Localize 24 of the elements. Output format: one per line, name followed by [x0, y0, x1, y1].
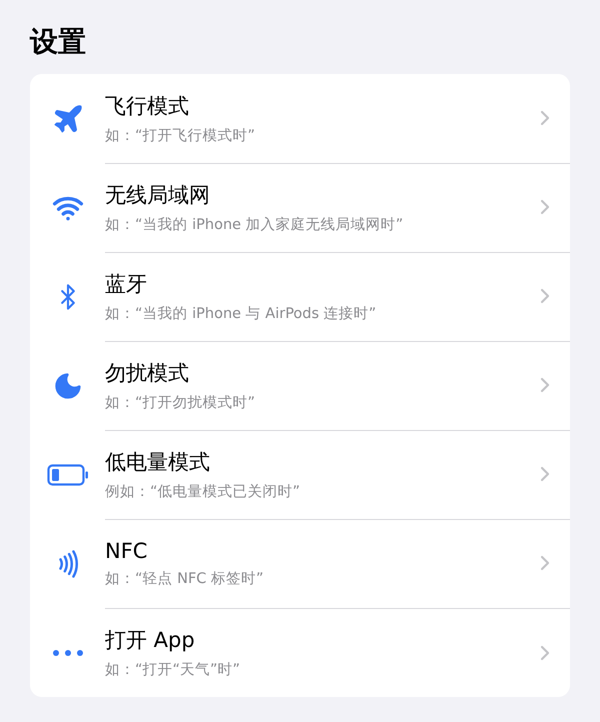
- row-subtitle: 例如：“低电量模式已关闭时”: [105, 482, 302, 500]
- trigger-row[interactable]: 无线局域网 如：“当我的 iPhone 加入家庭无线局域网时”: [30, 163, 570, 252]
- row-title: NFC: [105, 538, 148, 562]
- battery-icon: [46, 464, 88, 486]
- row-subtitle: 如：“打开“天气”时”: [105, 661, 242, 679]
- trigger-row[interactable]: 低电量模式 例如：“低电量模式已关闭时”: [30, 430, 570, 519]
- more-icon: [52, 650, 82, 656]
- row-subtitle: 如：“当我的 iPhone 与 AirPods 连接时”: [105, 304, 378, 322]
- row-title: 飞行模式: [105, 92, 190, 120]
- row-subtitle: 如：“当我的 iPhone 加入家庭无线局域网时”: [105, 216, 404, 234]
- row-subtitle: 如：“打开勿扰模式时”: [105, 394, 256, 412]
- row-title: 低电量模式: [105, 448, 211, 476]
- row-title: 无线局域网: [105, 182, 211, 208]
- trigger-row[interactable]: 飞行模式 如：“打开飞行模式时”: [30, 74, 570, 163]
- row-title: 勿扰模式: [105, 360, 190, 386]
- trigger-row[interactable]: NFC 如：“轻点 NFC 标签时”: [30, 519, 570, 608]
- trigger-row[interactable]: 勿扰模式 如：“打开勿扰模式时”: [30, 341, 570, 430]
- row-subtitle: 如：“打开飞行模式时”: [105, 126, 256, 144]
- trigger-row[interactable]: 打开 App 如：“打开“天气”时”: [30, 608, 570, 697]
- row-title: 蓝牙: [105, 270, 148, 298]
- row-title: 打开 App: [105, 627, 196, 654]
- trigger-row[interactable]: 蓝牙 如：“当我的 iPhone 与 AirPods 连接时”: [30, 252, 570, 341]
- page-title: 设置: [30, 24, 87, 60]
- row-subtitle: 如：“轻点 NFC 标签时”: [105, 570, 265, 588]
